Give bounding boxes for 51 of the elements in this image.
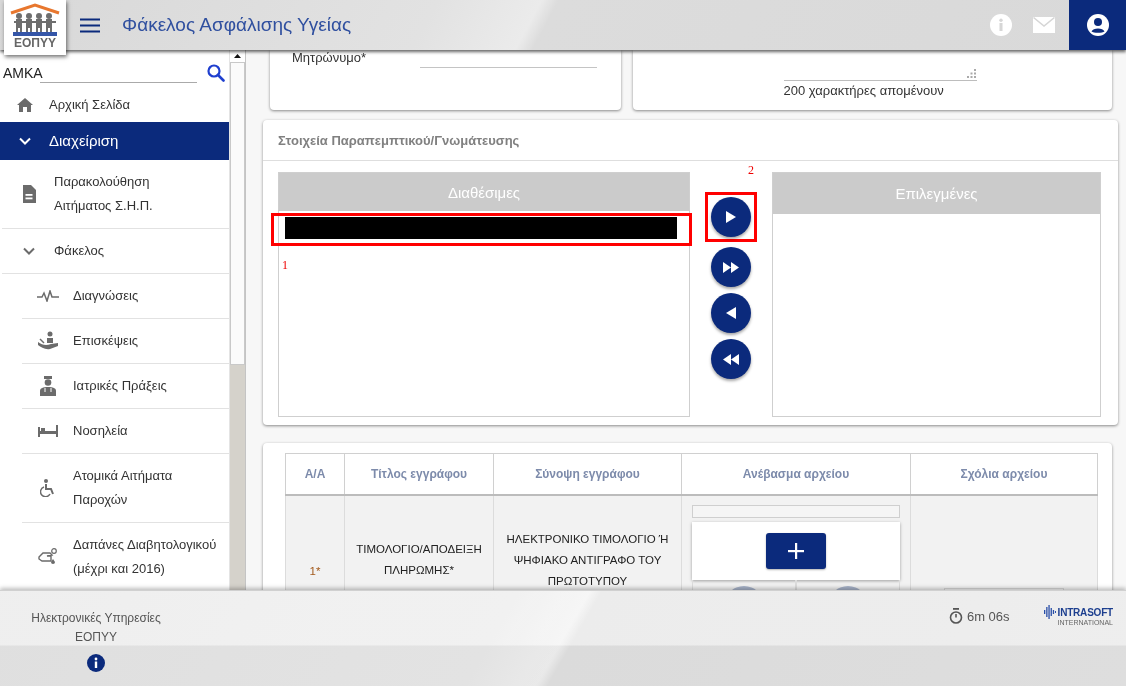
table-cell-text: 1*: [309, 563, 321, 579]
footer-text: Ηλεκτρονικές Υπηρεσίες ΕΟΠΥΥ: [30, 610, 162, 646]
table-cell: ΗΛΕΚΤΡΟΝΙΚΟ ΤΙΜΟΛΟΓΙΟ Ή ΨΗΦΙΑΚΟ ΑΝΤΙΓΡΑΦΟ ΤΟΥ ΠΡΩΤΟΤΥΠΟΥ: [493, 495, 682, 590]
scroll-up-icon[interactable]: [230, 50, 245, 62]
column-header: Τίτλος εγγράφου: [344, 453, 494, 495]
info-icon[interactable]: [87, 654, 105, 672]
family-roof-icon: [8, 3, 62, 37]
pulse-icon: [37, 290, 59, 302]
menu-icon[interactable]: [80, 17, 100, 33]
vendor-name: INTRASOFT: [1057, 606, 1113, 618]
fast-forward-icon: [723, 261, 739, 273]
table-cell: ΤΙΜΟΛΟΓΙΟ/ΑΠΟΔΕΙΞΗ ΠΛΗΡΩΜΗΣ*: [344, 495, 494, 590]
move-right-button[interactable]: [711, 197, 751, 237]
move-left-button[interactable]: [711, 293, 751, 333]
plus-icon: [788, 543, 804, 559]
doctor-icon: [39, 376, 57, 396]
bed-icon: [38, 425, 58, 437]
column-header: Α/Α: [285, 453, 345, 495]
add-file-button[interactable]: [766, 533, 826, 569]
document-icon: [22, 185, 36, 203]
resize-grip-icon[interactable]: [966, 69, 976, 78]
search-icon[interactable]: [207, 64, 225, 82]
section-title: Στοιχεία Παραπεμπτικού/Γνωμάτευσης: [278, 132, 520, 148]
wave-bars-icon: [1043, 605, 1056, 619]
stopwatch-icon: [948, 608, 963, 624]
wheelchair-icon: [40, 479, 56, 497]
hand-drop-icon: [38, 548, 58, 566]
play-icon: [726, 211, 736, 223]
logo-text: ΕΟΠΥΥ: [14, 37, 56, 50]
nav-item[interactable]: Ιατρικές Πράξεις: [22, 364, 229, 409]
move-all-left-button[interactable]: [711, 339, 751, 379]
nav-item[interactable]: Αρχική Σελίδα: [0, 88, 229, 122]
scrollbar[interactable]: [229, 50, 245, 590]
account-button[interactable]: [1069, 0, 1126, 50]
column-header: Σχόλια αρχείου: [910, 453, 1098, 495]
scrollbar-thumb[interactable]: [230, 62, 245, 365]
annotation-number: 2: [748, 162, 754, 178]
move-all-right-button[interactable]: [711, 247, 751, 287]
annotation-number: 1: [281, 258, 288, 272]
hand-person-icon: [37, 331, 59, 351]
session-timer: 6m 06s: [966, 608, 1010, 624]
column-header: Ανέβασμα αρχείου: [681, 453, 911, 495]
triangle-left-icon: [726, 307, 736, 319]
user-icon: [1086, 14, 1109, 36]
character-counter: 200 χαρακτήρες απομένουν: [783, 83, 945, 99]
app-title: Φάκελος Ασφάλισης Υγείας: [122, 14, 352, 36]
column-header: Σύνοψη εγγράφου: [493, 453, 682, 495]
rewind-icon: [723, 353, 739, 365]
field-label: Μητρώνυμο*: [292, 50, 368, 65]
home-icon: [16, 97, 34, 113]
nav-item[interactable]: Διαχείριση: [0, 122, 229, 160]
